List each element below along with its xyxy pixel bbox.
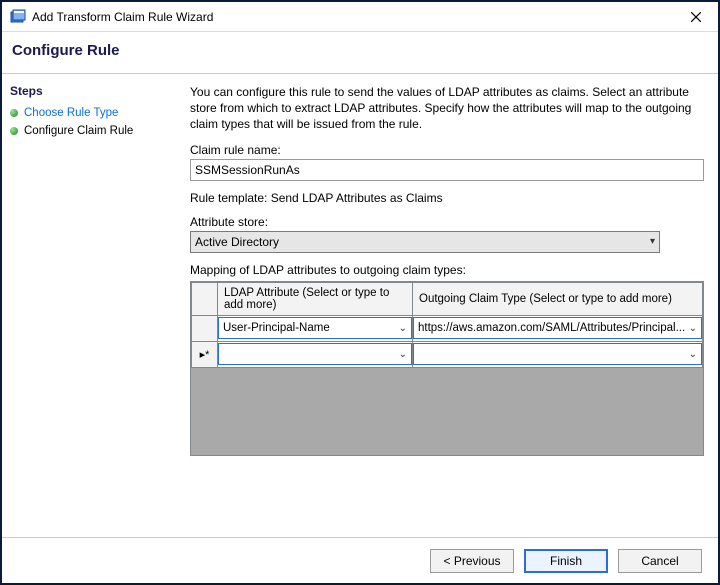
steps-header: Steps	[10, 84, 169, 98]
table-header-row: LDAP Attribute (Select or type to add mo…	[192, 282, 703, 315]
claim-rule-name-label: Claim rule name:	[190, 143, 704, 157]
rule-description: You can configure this rule to send the …	[190, 84, 704, 133]
row-marker: ▸*	[192, 341, 218, 367]
step-label: Configure Claim Rule	[24, 125, 133, 137]
cancel-button[interactable]: Cancel	[618, 549, 702, 573]
claim-rule-name-input[interactable]	[190, 159, 704, 181]
chevron-down-icon: ▾	[650, 236, 655, 247]
row-marker	[192, 315, 218, 341]
chevron-down-icon: ⌄	[689, 349, 697, 360]
ldap-attribute-select[interactable]: User-Principal-Name ⌄	[218, 317, 412, 339]
step-choose-rule-type[interactable]: Choose Rule Type	[10, 104, 169, 122]
rule-template-label: Rule template: Send LDAP Attributes as C…	[190, 191, 704, 205]
step-link[interactable]: Choose Rule Type	[24, 107, 118, 119]
attribute-store-label: Attribute store:	[190, 215, 704, 229]
content-row: Steps Choose Rule Type Configure Claim R…	[2, 74, 718, 537]
app-icon	[10, 9, 26, 25]
wizard-window: Add Transform Claim Rule Wizard Configur…	[0, 0, 720, 585]
previous-button[interactable]: < Previous	[430, 549, 514, 573]
table-row: ▸* ⌄ ⌄	[192, 341, 703, 367]
steps-sidebar: Steps Choose Rule Type Configure Claim R…	[2, 74, 178, 537]
attribute-store-value: Active Directory	[195, 235, 279, 249]
finish-button[interactable]: Finish	[524, 549, 608, 573]
mapping-table: LDAP Attribute (Select or type to add mo…	[191, 282, 703, 368]
step-bullet-icon	[10, 127, 18, 135]
ldap-attribute-value: User-Principal-Name	[223, 322, 330, 334]
mapping-grid: LDAP Attribute (Select or type to add mo…	[190, 281, 704, 456]
chevron-down-icon: ⌄	[399, 349, 407, 360]
table-row: User-Principal-Name ⌄ https://aws.amazon…	[192, 315, 703, 341]
page-title: Configure Rule	[12, 42, 708, 59]
mapping-label: Mapping of LDAP attributes to outgoing c…	[190, 263, 704, 277]
title-bar: Add Transform Claim Rule Wizard	[2, 2, 718, 32]
footer-buttons: < Previous Finish Cancel	[2, 537, 718, 583]
attribute-store-select[interactable]: Active Directory ▾	[190, 231, 660, 253]
step-configure-claim-rule[interactable]: Configure Claim Rule	[10, 122, 169, 140]
header-area: Configure Rule	[2, 32, 718, 74]
close-icon	[691, 12, 701, 22]
col-outgoing-claim: Outgoing Claim Type (Select or type to a…	[413, 282, 703, 315]
chevron-down-icon: ⌄	[399, 323, 407, 334]
col-ldap-attribute: LDAP Attribute (Select or type to add mo…	[218, 282, 413, 315]
outgoing-claim-value: https://aws.amazon.com/SAML/Attributes/P…	[418, 322, 685, 334]
window-title: Add Transform Claim Rule Wizard	[32, 10, 676, 24]
step-bullet-icon	[10, 109, 18, 117]
main-panel: You can configure this rule to send the …	[178, 74, 718, 537]
outgoing-claim-select[interactable]: https://aws.amazon.com/SAML/Attributes/P…	[413, 317, 702, 339]
chevron-down-icon: ⌄	[689, 323, 697, 334]
close-button[interactable]	[676, 3, 716, 31]
ldap-attribute-select[interactable]: ⌄	[218, 343, 412, 365]
row-header-blank	[192, 282, 218, 315]
outgoing-claim-select[interactable]: ⌄	[413, 343, 702, 365]
